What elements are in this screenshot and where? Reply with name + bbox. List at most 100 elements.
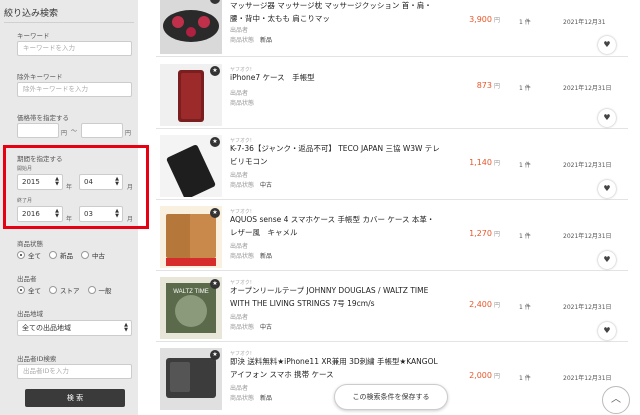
region-select[interactable]: 全ての出品地域 ▲ ▼ [17, 320, 132, 336]
radio-icon [17, 251, 25, 259]
seller-label: 出品者 [17, 275, 37, 283]
item-title[interactable]: マッサージ器 マッサージ枕 マッサージクッション 首・肩・腰・背中・太もも 肩こ… [230, 0, 440, 25]
item-quantity: 1 件 [519, 162, 531, 169]
massager-image [160, 0, 222, 54]
price-unit: 円 [61, 130, 68, 137]
item-seller: 出品者 [230, 314, 249, 321]
item-seller: 出品者 [230, 172, 249, 179]
item-thumbnail[interactable]: ★ [160, 206, 222, 268]
condition-radio-all[interactable]: 全て [17, 250, 41, 260]
item-title[interactable]: K-7-36【ジャンク・返品不可】 TECO JAPAN 三協 W3W テレビリ… [230, 142, 440, 168]
condition-radio-group: 全て 新品 中古 [17, 250, 105, 260]
list-item[interactable]: ★ ヤフオク! AQUOS sense 4 スマホケース 手帳型 カバー ケース… [156, 202, 628, 271]
price-unit: 円 [125, 130, 132, 137]
divider [4, 22, 134, 23]
item-price: 2,000 円 [469, 371, 500, 380]
item-title[interactable]: AQUOS sense 4 スマホケース 手帳型 カバー ケース 本革・レザー風… [230, 213, 440, 239]
radio-label: 一般 [98, 287, 112, 295]
radio-icon [87, 286, 96, 294]
seller-radio-general[interactable]: 一般 [87, 285, 112, 295]
sidebar-title: 絞り込み検索 [4, 9, 59, 19]
keyword-input[interactable]: キーワードを入力 [17, 41, 132, 56]
period-highlight-box [3, 145, 149, 229]
item-title[interactable]: オープンリールテープ JOHNNY DOUGLAS / WALTZ TIME W… [230, 284, 440, 310]
condition-radio-new[interactable]: 新品 [49, 250, 73, 260]
price-min-input[interactable] [17, 123, 59, 138]
radio-label: ストア [60, 287, 80, 295]
item-thumbnail[interactable]: ★ [160, 135, 222, 197]
radio-icon [49, 251, 57, 259]
result-list: ★ マッサージ器 マッサージ枕 マッサージクッション 首・肩・腰・背中・太もも … [156, 0, 628, 415]
price-separator: 〜 [71, 128, 78, 135]
item-quantity: 1 件 [519, 233, 531, 240]
shop-badge-icon: ★ [210, 350, 220, 360]
item-thumbnail[interactable]: WALTZ TIME ★ [160, 277, 222, 339]
item-date: 2021年12月31日 [563, 85, 612, 92]
save-search-button[interactable]: この検索条件を保存する [334, 384, 448, 410]
item-title[interactable]: iPhone7 ケース 手帳型 [230, 71, 440, 84]
radio-icon [17, 286, 25, 294]
scroll-top-chevron-icon[interactable]: ︿ [602, 386, 630, 414]
favorite-heart-icon[interactable]: ♥ [598, 36, 616, 54]
item-seller: 出品者 [230, 243, 249, 250]
shop-badge-icon: ★ [210, 208, 220, 218]
svg-text:WALTZ TIME: WALTZ TIME [173, 289, 209, 295]
list-item[interactable]: ★ ヤフオク! K-7-36【ジャンク・返品不可】 TECO JAPAN 三協 … [156, 131, 628, 200]
item-condition: 商品状態 [230, 100, 255, 107]
list-item[interactable]: WALTZ TIME ★ ヤフオク! オープンリールテープ JOHNNY DOU… [156, 273, 628, 342]
seller-id-input[interactable]: 出品者IDを入力 [17, 364, 132, 379]
seller-radio-store[interactable]: ストア [49, 285, 80, 295]
item-quantity: 1 件 [519, 19, 531, 26]
price-max-input[interactable] [81, 123, 123, 138]
condition-radio-used[interactable]: 中古 [81, 250, 105, 260]
shop-badge-icon: ★ [210, 66, 220, 76]
item-thumbnail[interactable]: ★ [160, 0, 222, 54]
item-date: 2021年12月31日 [563, 304, 612, 311]
item-condition: 商品状態 新品 [230, 253, 273, 260]
shop-badge-icon: ★ [210, 279, 220, 289]
item-price: 3,900 円 [469, 15, 500, 24]
item-seller: 出品者 [230, 27, 249, 34]
item-condition: 商品状態 中古 [230, 182, 273, 189]
item-title[interactable]: 即決 送料無料★iPhone11 XR兼用 3D刺繍 手帳型★KANGOL アイ… [230, 355, 440, 381]
region-label: 出品地域 [17, 310, 43, 318]
item-quantity: 1 件 [519, 304, 531, 311]
item-thumbnail[interactable]: ★ [160, 348, 222, 410]
radio-label: 中古 [92, 252, 105, 260]
list-item[interactable]: ★ ヤフオク! iPhone7 ケース 手帳型 出品者 商品状態 873 円 1 … [156, 60, 628, 129]
radio-icon [49, 286, 57, 294]
keyword-label: キーワード [17, 32, 50, 40]
item-price: 873 円 [476, 81, 500, 90]
item-price: 1,140 円 [469, 158, 500, 167]
favorite-heart-icon[interactable]: ♥ [598, 322, 616, 340]
list-item[interactable]: ★ マッサージ器 マッサージ枕 マッサージクッション 首・肩・腰・背中・太もも … [156, 0, 628, 57]
item-condition: 商品状態 新品 [230, 37, 273, 44]
item-condition: 商品状態 中古 [230, 324, 273, 331]
seller-radio-group: 全て ストア 一般 [17, 285, 112, 295]
select-arrows-icon: ▲ ▼ [124, 322, 128, 333]
favorite-heart-icon[interactable]: ♥ [598, 180, 616, 198]
seller-id-label: 出品者ID検索 [17, 355, 57, 363]
favorite-heart-icon[interactable]: ♥ [598, 109, 616, 127]
radio-label: 全て [28, 287, 41, 295]
item-condition: 商品状態 新品 [230, 395, 273, 402]
item-quantity: 1 件 [519, 375, 531, 382]
region-value: 全ての出品地域 [22, 324, 71, 332]
radio-label: 全て [28, 252, 41, 260]
item-date: 2021年12月31日 [563, 375, 612, 382]
favorite-heart-icon[interactable]: ♥ [598, 251, 616, 269]
item-price: 2,400 円 [469, 300, 500, 309]
item-date: 2021年12月31日 [563, 162, 612, 169]
radio-label: 新品 [60, 252, 73, 260]
exclude-keyword-label: 除外キーワード [17, 73, 63, 81]
price-range-label: 価格帯を指定する [17, 114, 69, 122]
radio-icon [81, 251, 89, 259]
item-quantity: 1 件 [519, 85, 531, 92]
seller-radio-all[interactable]: 全て [17, 285, 41, 295]
item-thumbnail[interactable]: ★ [160, 64, 222, 126]
search-button[interactable]: 検 索 [25, 389, 125, 407]
item-price: 1,270 円 [469, 229, 500, 238]
condition-label: 商品状態 [17, 240, 43, 248]
exclude-keyword-input[interactable]: 除外キーワードを入力 [17, 82, 132, 97]
item-date: 2021年12月31日 [563, 233, 612, 240]
